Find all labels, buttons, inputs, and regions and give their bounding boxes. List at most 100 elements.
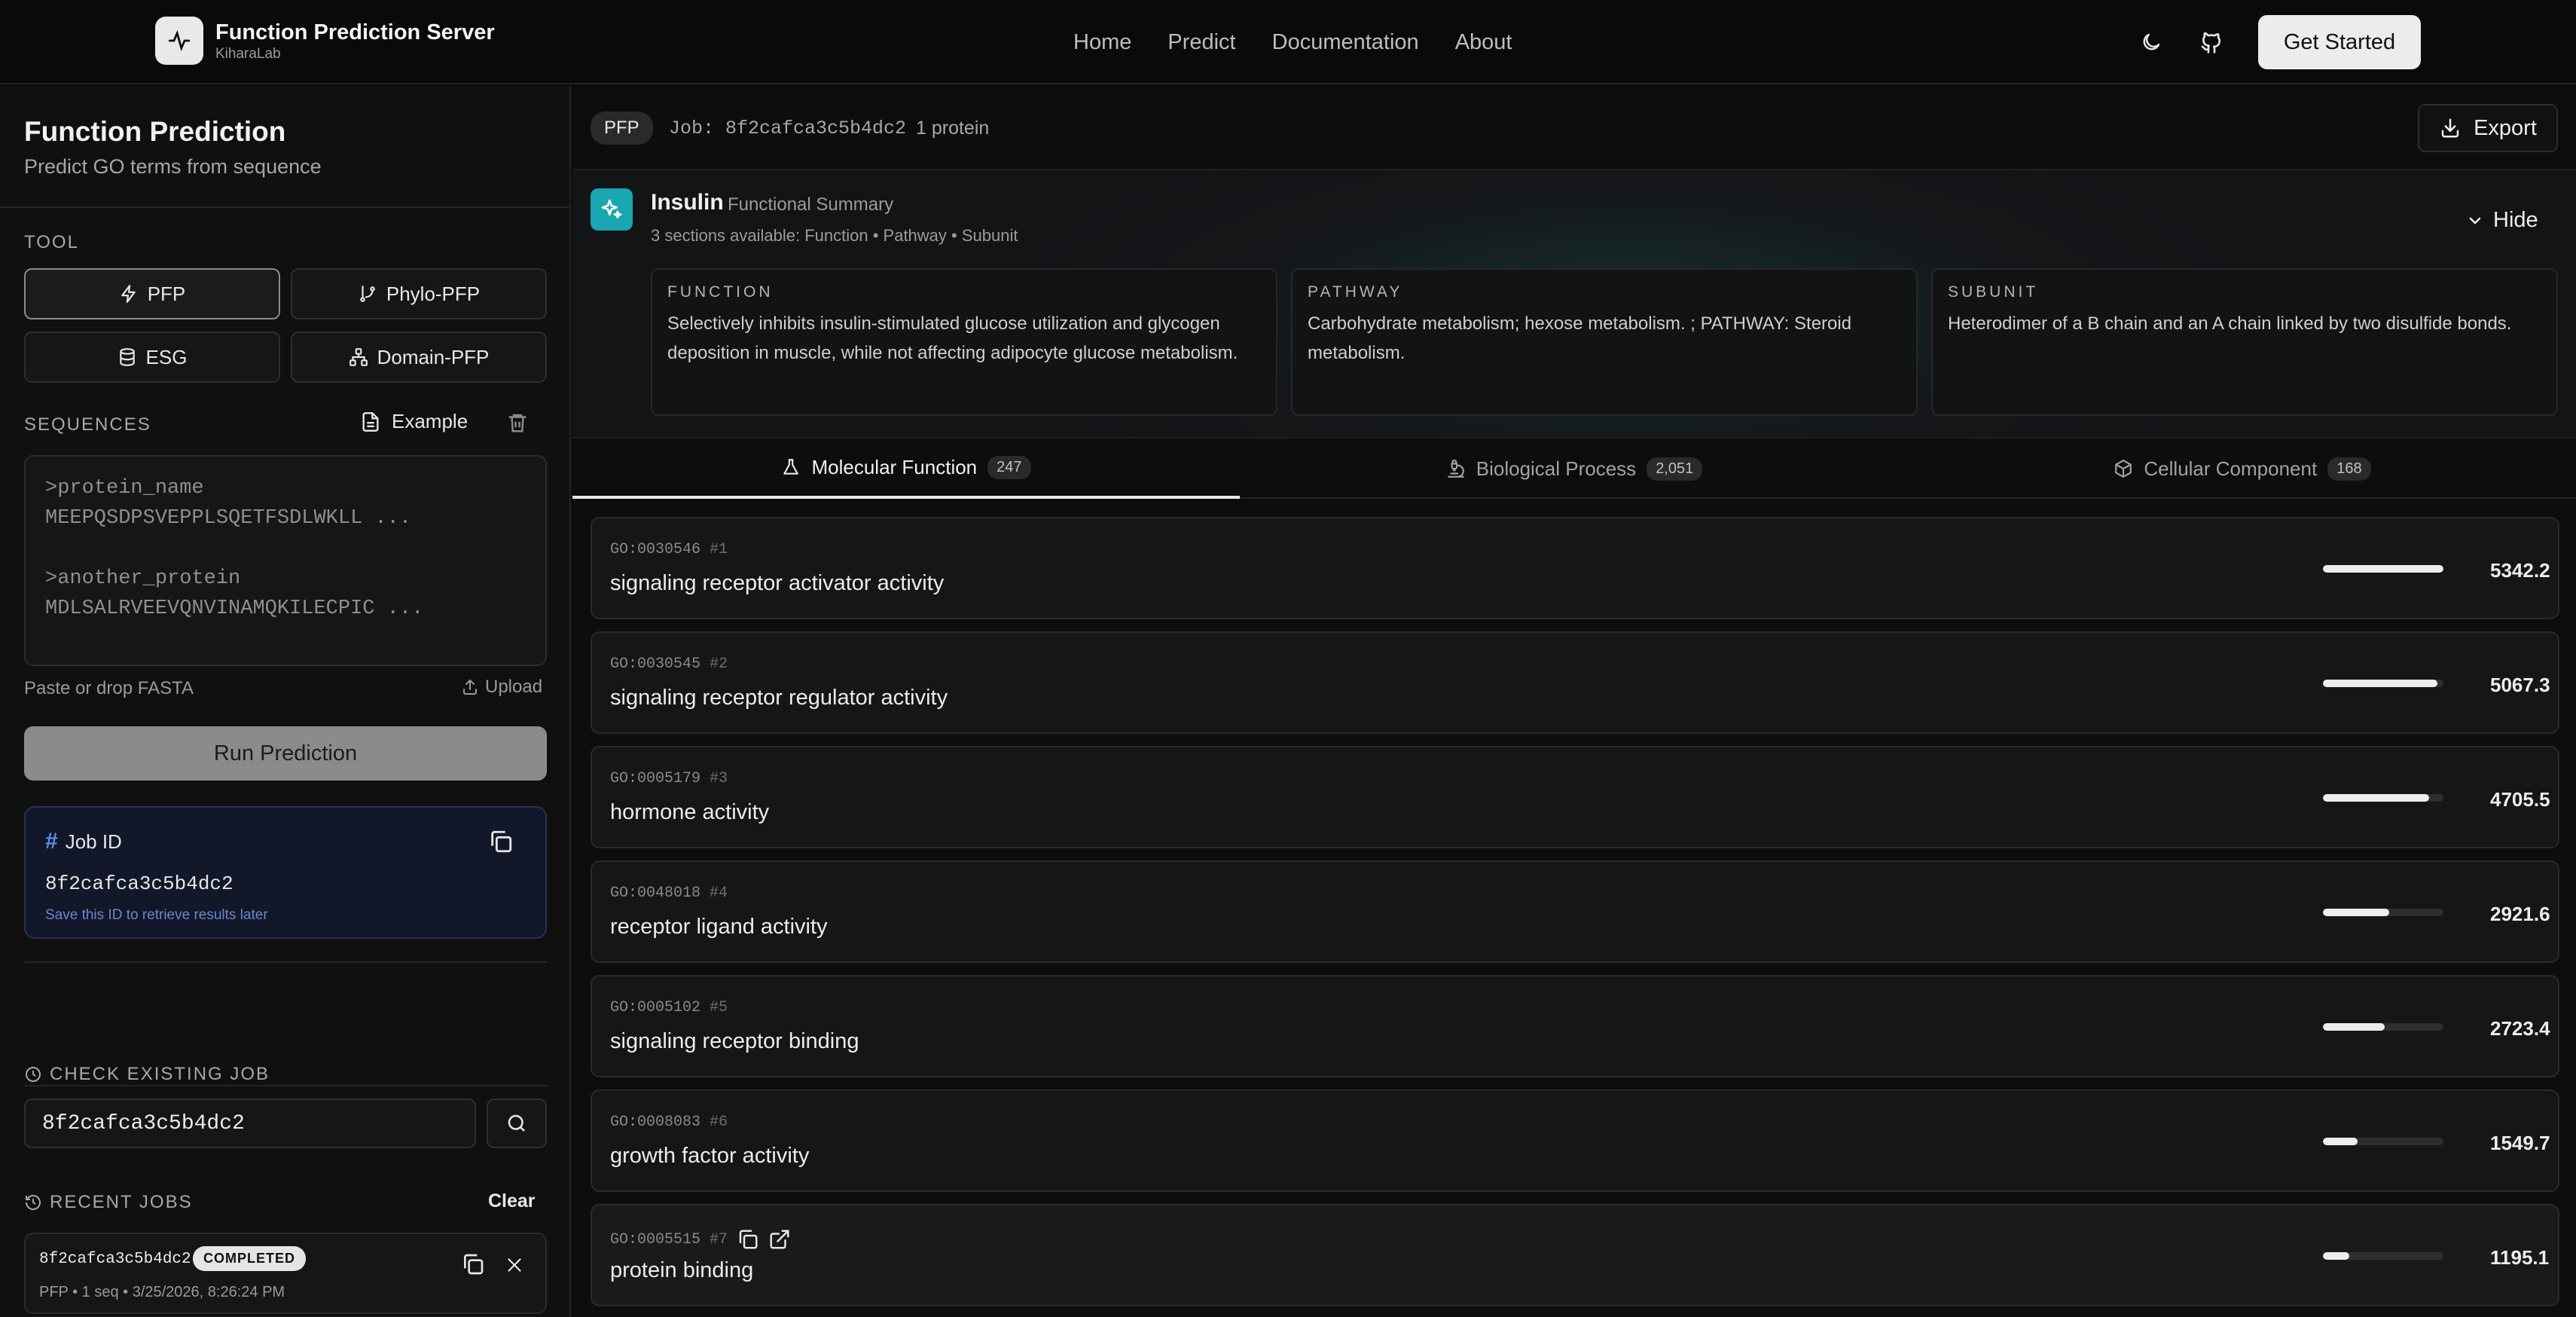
- go-id-text: GO:0005515: [610, 1230, 701, 1248]
- copy-icon[interactable]: [488, 829, 514, 858]
- score-bar-fill: [2323, 909, 2389, 916]
- tab-biological-process[interactable]: Biological Process 2,051: [1241, 438, 1908, 499]
- dark-mode-moon-icon[interactable]: [2136, 27, 2166, 57]
- recent-job-item[interactable]: 8f2cafca3c5b4dc2 COMPLETED PFP • 1 seq •…: [24, 1233, 547, 1314]
- brand-subtitle: KiharaLab: [215, 46, 281, 62]
- score-bar-fill: [2323, 1252, 2350, 1260]
- trash-icon[interactable]: [506, 411, 529, 438]
- example-label: Example: [392, 410, 469, 432]
- tool-esg-button[interactable]: ESG: [24, 332, 280, 383]
- score-value: 1195.1: [2490, 1246, 2550, 1269]
- check-label-text: CHECK EXISTING JOB: [50, 1064, 270, 1084]
- database-icon: [119, 348, 135, 366]
- sequence-line: MEEPQSDPSVEPPLSQETFSDLWKLL ...: [45, 507, 412, 530]
- job-id-input[interactable]: [24, 1099, 476, 1148]
- go-term-row[interactable]: GO:0005515 #7 protein binding 1195.1: [591, 1204, 2559, 1306]
- copy-icon[interactable]: [737, 1228, 759, 1251]
- go-term-row[interactable]: GO:0005102 #5 signaling receptor binding …: [591, 975, 2559, 1077]
- go-id: GO:0048018 #4: [610, 885, 728, 902]
- hide-summary-button[interactable]: Hide: [2466, 208, 2538, 233]
- summary-card-text: Heterodimer of a B chain and an A chain …: [1948, 313, 2512, 334]
- go-term-name: signaling receptor regulator activity: [610, 686, 948, 710]
- brand-title: Function Prediction Server: [215, 20, 495, 44]
- score-bar: [2323, 794, 2443, 802]
- go-term-row[interactable]: GO:0030546 #1 signaling receptor activato…: [591, 517, 2559, 619]
- score-bar: [2323, 1138, 2443, 1145]
- nav-home[interactable]: Home: [1073, 27, 1131, 57]
- sequences-label: SEQUENCES: [24, 414, 151, 435]
- tab-count: 2,051: [1647, 457, 1703, 481]
- job-header: PFP Job: 8f2cafca3c5b4dc2 1 protein Expo…: [572, 86, 2576, 170]
- copy-icon[interactable]: [461, 1252, 485, 1280]
- protein-count: 1 protein: [916, 118, 990, 139]
- go-term-name: growth factor activity: [610, 1144, 810, 1168]
- hide-label: Hide: [2493, 208, 2538, 232]
- nav-about[interactable]: About: [1455, 27, 1512, 57]
- score-value: 2723.4: [2490, 1017, 2550, 1040]
- external-link-icon[interactable]: [768, 1228, 791, 1251]
- upload-label: Upload: [485, 677, 543, 697]
- job-id-hint: Save this ID to retrieve results later: [45, 907, 268, 923]
- export-label: Export: [2474, 115, 2537, 140]
- go-id-text: GO:0005179: [610, 770, 701, 787]
- tool-badge: PFP: [591, 112, 653, 145]
- job-label: Job: 8f2cafca3c5b4dc2: [669, 118, 907, 139]
- get-started-button[interactable]: Get Started: [2258, 15, 2421, 69]
- score-value: 5067.3: [2490, 674, 2550, 696]
- tool-domain-pfp-button[interactable]: Domain-PFP: [291, 332, 547, 383]
- tab-molecular-function[interactable]: Molecular Function 247: [572, 438, 1240, 499]
- tool-label-pfp: PFP: [147, 282, 186, 305]
- summary-card-label: FUNCTION: [667, 283, 774, 301]
- network-icon: [349, 348, 368, 366]
- recent-jobs-label: RECENT JOBS: [24, 1192, 193, 1213]
- go-term-name: receptor ligand activity: [610, 915, 828, 939]
- github-icon[interactable]: [2196, 27, 2227, 57]
- left-panel: Function Prediction Predict GO terms fro…: [0, 86, 571, 1317]
- paste-hint: Paste or drop FASTA: [24, 678, 194, 698]
- job-id-card: # Job ID 8f2cafca3c5b4dc2 Save this ID t…: [24, 806, 547, 939]
- close-icon[interactable]: [505, 1255, 524, 1279]
- sparkles-icon: [591, 188, 633, 231]
- upload-button[interactable]: Upload: [461, 677, 542, 698]
- tab-label: Molecular Function: [811, 455, 978, 478]
- score-value: 4705.5: [2490, 788, 2550, 811]
- go-rank: #4: [710, 885, 728, 902]
- go-term-name: signaling receptor binding: [610, 1029, 859, 1053]
- zap-icon: [121, 285, 136, 303]
- search-button[interactable]: [487, 1099, 547, 1148]
- tab-cellular-component[interactable]: Cellular Component 168: [1909, 438, 2576, 499]
- file-text-icon: [362, 411, 379, 432]
- protein-name: Insulin: [651, 190, 724, 215]
- brand[interactable]: Function Prediction Server KiharaLab: [155, 17, 495, 65]
- divider: [0, 206, 569, 208]
- score-bar-fill: [2323, 565, 2443, 573]
- go-term-row[interactable]: GO:0048018 #4 receptor ligand activity 29…: [591, 860, 2559, 963]
- go-term-row[interactable]: GO:0008083 #6 growth factor activity 1549…: [591, 1089, 2559, 1192]
- go-rank: #3: [710, 770, 728, 787]
- divider: [24, 1085, 547, 1086]
- sequence-textarea[interactable]: >protein_name MEEPQSDPSVEPPLSQETFSDLWKLL…: [24, 455, 547, 666]
- example-button[interactable]: Example: [360, 410, 468, 433]
- tool-pfp-button[interactable]: PFP: [24, 268, 280, 319]
- summary-card-text: Carbohydrate metabolism; hexose metaboli…: [1308, 313, 1852, 363]
- clear-recent-button[interactable]: Clear: [488, 1190, 536, 1212]
- tool-phylo-pfp-button[interactable]: Phylo-PFP: [291, 268, 547, 319]
- go-rank: #7: [710, 1230, 728, 1248]
- go-term-row[interactable]: GO:0005179 #3 hormone activity 4705.5: [591, 746, 2559, 848]
- go-rank: #6: [710, 1114, 728, 1131]
- upload-icon: [463, 679, 477, 695]
- tab-count: 247: [987, 455, 1031, 479]
- brand-logo-icon: [155, 17, 203, 65]
- divider: [24, 961, 547, 963]
- tool-label-domain-pfp: Domain-PFP: [377, 345, 490, 368]
- go-term-name: hormone activity: [610, 800, 770, 824]
- job-id-label: Job ID: [65, 830, 122, 853]
- go-id: GO:0005179 #3: [610, 770, 728, 787]
- export-button[interactable]: Export: [2418, 104, 2558, 152]
- score-value: 2921.6: [2490, 903, 2550, 925]
- run-prediction-button[interactable]: Run Prediction: [24, 726, 547, 781]
- nav-predict[interactable]: Predict: [1167, 27, 1235, 57]
- go-id-text: GO:0005102: [610, 999, 701, 1016]
- nav-documentation[interactable]: Documentation: [1272, 27, 1419, 57]
- go-term-row[interactable]: GO:0030545 #2 signaling receptor regulato…: [591, 631, 2559, 734]
